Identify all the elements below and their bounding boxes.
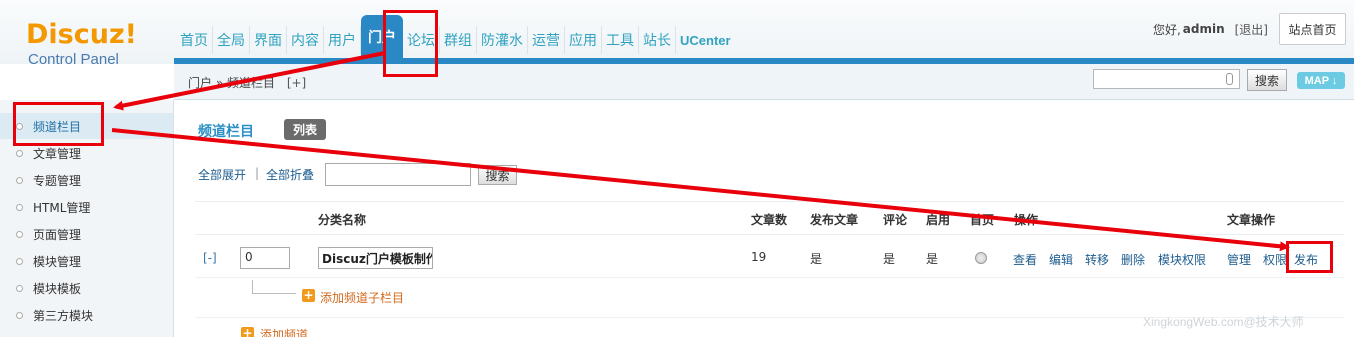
enabled-value: 是 bbox=[926, 252, 939, 266]
bullet-icon bbox=[16, 203, 23, 211]
sidebar-item-module-templates[interactable]: 模块模板 bbox=[0, 275, 173, 301]
edit-link[interactable]: 编辑 bbox=[1049, 251, 1073, 268]
sidebar-item-label: 第三方模块 bbox=[33, 308, 94, 323]
nav-interface[interactable]: 界面 bbox=[250, 26, 287, 54]
add-subchannel-link[interactable]: 添加频道子栏目 bbox=[320, 289, 404, 306]
article-count: 19 bbox=[751, 250, 767, 264]
list-tab[interactable]: 列表 bbox=[284, 119, 326, 140]
sidebar-item-label: HTML管理 bbox=[33, 200, 91, 215]
col-name: 分类名称 bbox=[318, 213, 367, 227]
collapse-row-toggle[interactable]: [-] bbox=[203, 251, 217, 265]
admin-control-panel: Discuz! Control Panel 首页 全局 界面 内容 用户 门户 … bbox=[0, 0, 1354, 337]
main-navigation: 首页 全局 界面 内容 用户 门户 论坛 群组 防灌水 运营 应用 工具 站长 … bbox=[176, 15, 735, 59]
nav-admin[interactable]: 站长 bbox=[639, 26, 676, 54]
col-comment: 评论 bbox=[883, 213, 908, 227]
sidebar-item-label: 模块模板 bbox=[33, 281, 82, 296]
category-search-button[interactable]: 搜索 bbox=[478, 165, 517, 185]
sidebar: 频道栏目 文章管理 专题管理 HTML管理 页面管理 模块管理 模块模板 第三方… bbox=[0, 100, 174, 337]
watermark: XingkongWeb.com@技术大师 bbox=[1143, 315, 1304, 329]
microphone-icon[interactable] bbox=[1226, 73, 1233, 85]
sidebar-item-articles[interactable]: 文章管理 bbox=[0, 140, 173, 166]
sidebar-item-third-party[interactable]: 第三方模块 bbox=[0, 302, 173, 328]
category-search-input[interactable] bbox=[325, 163, 471, 186]
table-header: 分类名称 文章数 发布文章 评论 启用 首页 操作 文章操作 bbox=[195, 201, 1344, 235]
comment-value: 是 bbox=[883, 252, 896, 266]
bullet-icon bbox=[16, 122, 23, 130]
link-separator: | bbox=[255, 166, 260, 180]
col-enabled: 启用 bbox=[926, 213, 951, 227]
nav-apps[interactable]: 应用 bbox=[565, 26, 602, 54]
sidebar-item-topics[interactable]: 专题管理 bbox=[0, 167, 173, 193]
nav-users[interactable]: 用户 bbox=[324, 26, 361, 54]
sidebar-item-pages[interactable]: 页面管理 bbox=[0, 221, 173, 247]
expand-all-link[interactable]: 全部展开 bbox=[198, 166, 246, 183]
bullet-icon bbox=[16, 176, 23, 184]
add-icon[interactable]: + bbox=[302, 289, 315, 302]
map-button[interactable]: MAP ↓ bbox=[1297, 72, 1345, 89]
nav-content[interactable]: 内容 bbox=[287, 26, 324, 54]
nav-operations[interactable]: 运营 bbox=[528, 26, 565, 54]
nav-forum[interactable]: 论坛 bbox=[403, 26, 440, 54]
sidebar-item-label: 文章管理 bbox=[33, 146, 82, 161]
sidebar-item-label: 频道栏目 bbox=[33, 119, 82, 134]
nav-portal[interactable]: 门户 bbox=[361, 15, 403, 59]
sidebar-item-label: 模块管理 bbox=[33, 254, 82, 269]
publish-article-link[interactable]: 发布 bbox=[1294, 251, 1318, 268]
sidebar-item-channel[interactable]: 频道栏目 bbox=[0, 113, 173, 139]
move-link[interactable]: 转移 bbox=[1085, 251, 1109, 268]
greeting-text: 您好, bbox=[1152, 22, 1181, 37]
nav-ucenter[interactable]: UCenter bbox=[676, 26, 735, 54]
col-article-ops: 文章操作 bbox=[1227, 213, 1276, 227]
breadcrumb-path: 门户 » 频道栏目 bbox=[188, 76, 275, 90]
view-link[interactable]: 查看 bbox=[1013, 251, 1037, 268]
col-articles: 文章数 bbox=[751, 213, 788, 227]
add-channel-link[interactable]: 添加频道 bbox=[260, 326, 308, 337]
site-home-button[interactable]: 站点首页 bbox=[1279, 13, 1346, 45]
module-permissions-link[interactable]: 模块权限 bbox=[1158, 251, 1206, 268]
col-home: 首页 bbox=[970, 213, 995, 227]
header-search-button[interactable]: 搜索 bbox=[1247, 69, 1287, 91]
nav-home[interactable]: 首页 bbox=[176, 26, 213, 54]
category-name-input[interactable]: Discuz门户模板制作 bbox=[318, 247, 433, 269]
add-icon[interactable]: + bbox=[241, 327, 254, 337]
sub-toolbar: 门户 » 频道栏目 [+] 搜索 MAP ↓ bbox=[174, 64, 1354, 100]
nav-groups[interactable]: 群组 bbox=[440, 26, 477, 54]
logo-text: Discuz! bbox=[26, 19, 137, 50]
bullet-icon bbox=[16, 284, 23, 292]
display-order-input[interactable]: 0 bbox=[240, 247, 290, 269]
nav-anti-spam[interactable]: 防灌水 bbox=[477, 26, 528, 54]
sidebar-item-label: 页面管理 bbox=[33, 227, 82, 242]
collapse-all-link[interactable]: 全部折叠 bbox=[266, 166, 314, 183]
sidebar-item-html[interactable]: HTML管理 bbox=[0, 194, 173, 220]
publish-value: 是 bbox=[810, 252, 823, 266]
bullet-icon bbox=[16, 149, 23, 157]
bullet-icon bbox=[16, 230, 23, 238]
delete-link[interactable]: 删除 bbox=[1121, 251, 1145, 268]
header-search-input[interactable] bbox=[1093, 69, 1240, 89]
breadcrumb: 门户 » 频道栏目 [+] bbox=[188, 74, 306, 91]
bullet-icon bbox=[16, 257, 23, 265]
sidebar-item-label: 专题管理 bbox=[33, 173, 82, 188]
col-ops: 操作 bbox=[1014, 213, 1039, 227]
nav-global[interactable]: 全局 bbox=[213, 26, 250, 54]
sidebar-item-modules[interactable]: 模块管理 bbox=[0, 248, 173, 274]
manage-articles-link[interactable]: 管理 bbox=[1227, 251, 1251, 268]
discuz-logo[interactable]: Discuz! Control Panel bbox=[26, 20, 146, 69]
homepage-radio[interactable] bbox=[975, 252, 987, 264]
logo-subtitle: Control Panel bbox=[28, 51, 119, 68]
tree-connector bbox=[252, 280, 296, 294]
article-permissions-link[interactable]: 权限 bbox=[1263, 251, 1287, 268]
logout-link[interactable]: [退出] bbox=[1235, 21, 1268, 38]
page-title: 频道栏目 bbox=[198, 124, 254, 140]
top-header: Discuz! Control Panel 首页 全局 界面 内容 用户 门户 … bbox=[0, 0, 1354, 68]
bullet-icon bbox=[16, 311, 23, 319]
add-shortcut-link[interactable]: [+] bbox=[287, 76, 306, 90]
user-bar: 您好, admin [退出] bbox=[1153, 20, 1268, 38]
username: admin bbox=[1182, 22, 1225, 36]
nav-tools[interactable]: 工具 bbox=[602, 26, 639, 54]
col-publish: 发布文章 bbox=[810, 213, 859, 227]
